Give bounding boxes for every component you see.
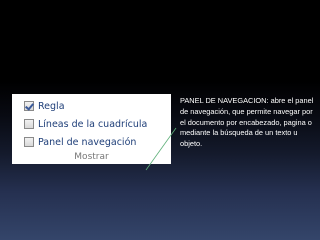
regla-checkbox[interactable] <box>24 101 34 111</box>
options-panel: Regla Líneas de la cuadrícula Panel de n… <box>12 94 171 164</box>
callout-text: PANEL DE NAVEGACION: abre el panel de na… <box>180 96 314 149</box>
panel-navegacion-label: Panel de navegación <box>38 136 137 148</box>
panel-navegacion-option[interactable]: Panel de navegación <box>24 135 136 149</box>
lineas-cuadricula-option[interactable]: Líneas de la cuadrícula <box>24 117 147 131</box>
lineas-cuadricula-label: Líneas de la cuadrícula <box>38 118 148 130</box>
lineas-cuadricula-checkbox[interactable] <box>24 119 34 129</box>
panel-navegacion-checkbox[interactable] <box>24 137 34 147</box>
regla-label: Regla <box>38 100 65 112</box>
mostrar-group-label: Mostrar <box>74 152 109 162</box>
regla-option[interactable]: Regla <box>24 99 65 113</box>
